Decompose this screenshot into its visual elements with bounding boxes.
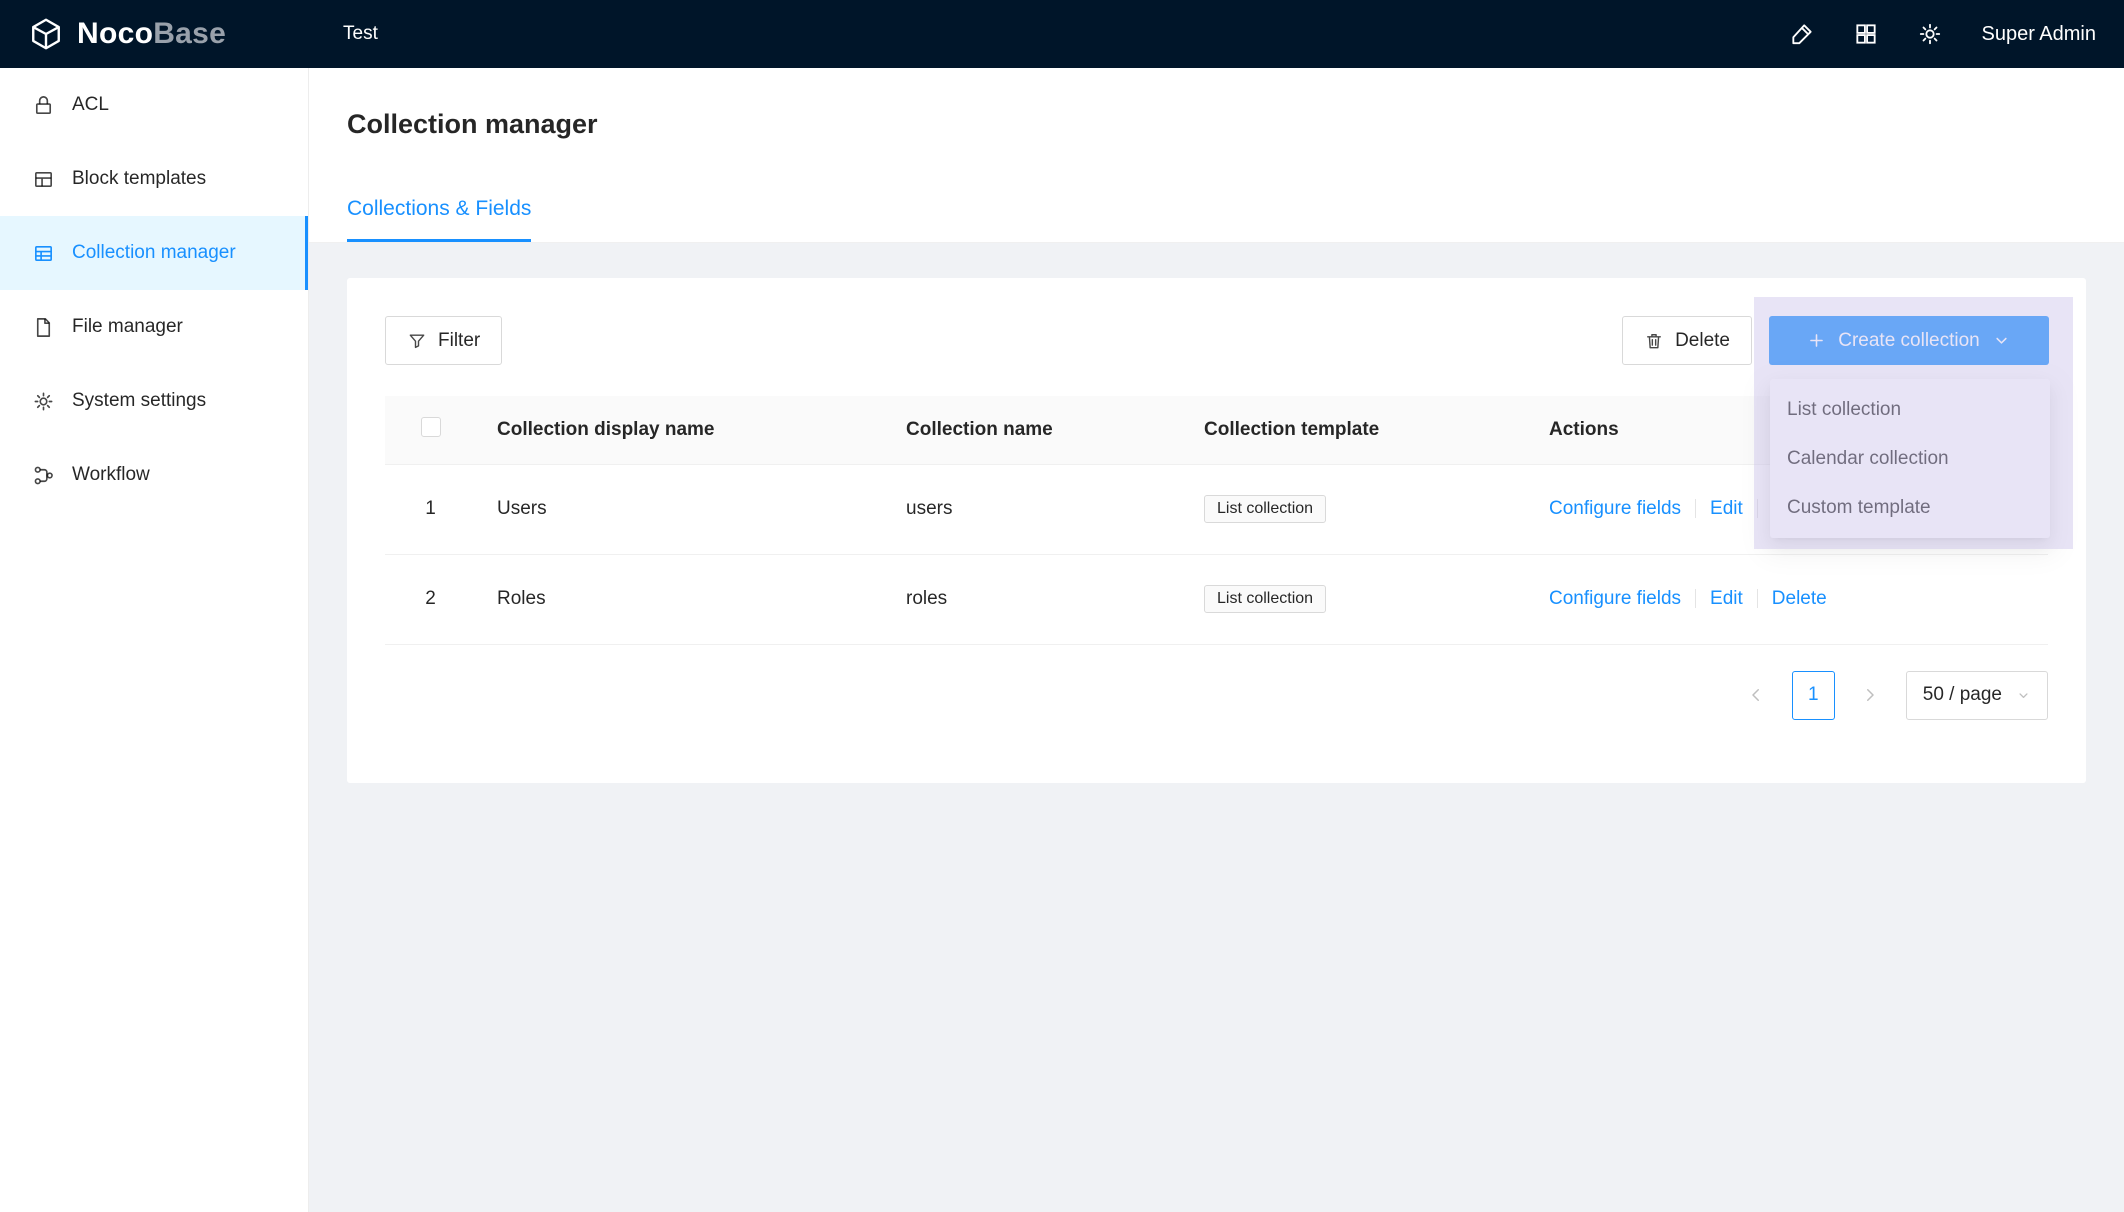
sidebar-item-file-manager[interactable]: File manager [0, 290, 308, 364]
pagination: 1 50 / page [385, 671, 2048, 720]
pagination-page-1[interactable]: 1 [1792, 671, 1835, 720]
configure-fields-link[interactable]: Configure fields [1549, 498, 1681, 519]
sidebar-item-workflow[interactable]: Workflow [0, 438, 308, 512]
dropdown-item-custom-template[interactable]: Custom template [1770, 483, 2050, 532]
nocobase-cube-icon [28, 16, 64, 52]
cell-collection-name: roles [885, 554, 1183, 644]
gear-icon [32, 390, 55, 413]
sidebar-item-label: Collection manager [72, 242, 236, 264]
configure-fields-link[interactable]: Configure fields [1549, 588, 1681, 609]
dropdown-item-calendar-collection[interactable]: Calendar collection [1770, 434, 2050, 483]
edit-link[interactable]: Edit [1710, 498, 1743, 519]
sidebar-item-system-settings[interactable]: System settings [0, 364, 308, 438]
trash-icon [1644, 331, 1664, 351]
column-header-display-name: Collection display name [476, 396, 885, 464]
filter-button[interactable]: Filter [385, 316, 502, 365]
lock-icon [32, 94, 55, 117]
plus-icon [1807, 331, 1826, 350]
edit-link[interactable]: Edit [1710, 588, 1743, 609]
delete-link[interactable]: Delete [1772, 588, 1827, 609]
block-templates-icon [32, 168, 55, 191]
cell-collection-name: users [885, 464, 1183, 554]
sidebar-item-label: ACL [72, 94, 109, 116]
sidebar-item-block-templates[interactable]: Block templates [0, 142, 308, 216]
sidebar-item-label: Workflow [72, 464, 150, 486]
cell-actions: Configure fields Edit Delete [1528, 554, 2048, 644]
column-header-collection-template: Collection template [1183, 396, 1528, 464]
select-all-checkbox[interactable] [421, 417, 441, 437]
page-size-select[interactable]: 50 / page [1906, 671, 2048, 720]
action-divider [1695, 499, 1696, 518]
template-tag: List collection [1204, 585, 1326, 613]
collection-table-icon [32, 242, 55, 265]
nav-menu-item-test[interactable]: Test [309, 0, 412, 68]
tab-collections-and-fields[interactable]: Collections & Fields [347, 196, 531, 242]
action-divider [1757, 499, 1758, 518]
sidebar-item-label: System settings [72, 390, 206, 412]
navbar-right-actions: Super Admin [1789, 21, 2124, 47]
sidebar-item-label: Block templates [72, 168, 206, 190]
chevron-down-icon [1992, 331, 2011, 350]
row-index: 2 [385, 554, 476, 644]
chevron-right-icon [1861, 686, 1879, 704]
main-content: Collection manager Collections & Fields … [309, 68, 2124, 1212]
workflow-icon [32, 464, 55, 487]
sidebar-item-acl[interactable]: ACL [0, 68, 308, 142]
pagination-next-button[interactable] [1849, 671, 1892, 720]
column-header-collection-name: Collection name [885, 396, 1183, 464]
cell-display-name: Users [476, 464, 885, 554]
pagination-prev-button[interactable] [1735, 671, 1778, 720]
sidebar-item-collection-manager[interactable]: Collection manager [0, 216, 308, 290]
chevron-left-icon [1747, 686, 1765, 704]
brand-logo[interactable]: NocoBase [0, 16, 309, 52]
plugins-grid-icon[interactable] [1853, 21, 1879, 47]
brand-name: NocoBase [77, 17, 226, 51]
dropdown-item-list-collection[interactable]: List collection [1770, 385, 2050, 434]
file-icon [32, 316, 55, 339]
action-divider [1695, 589, 1696, 608]
collections-card: Filter Delete Cre [347, 278, 2086, 783]
sidebar-item-label: File manager [72, 316, 183, 338]
top-navbar: NocoBase Test Super Admin [0, 0, 2124, 68]
action-divider [1757, 589, 1758, 608]
delete-button[interactable]: Delete [1622, 316, 1752, 365]
current-user-menu[interactable]: Super Admin [1981, 23, 2096, 46]
filter-funnel-icon [407, 331, 427, 351]
page-title: Collection manager [347, 108, 2086, 140]
page-header: Collection manager Collections & Fields [309, 68, 2124, 243]
create-collection-dropdown: List collection Calendar collection Cust… [1770, 379, 2050, 538]
chevron-down-icon [2016, 688, 2031, 703]
settings-sidebar: ACL Block templates Collection manager [0, 68, 309, 1212]
ui-editor-pen-icon[interactable] [1789, 21, 1815, 47]
table-row: 2 Roles roles List collection Configure … [385, 554, 2048, 644]
create-collection-button[interactable]: Create collection [1769, 316, 2049, 365]
cell-display-name: Roles [476, 554, 885, 644]
settings-gear-icon[interactable] [1917, 21, 1943, 47]
template-tag: List collection [1204, 495, 1326, 523]
row-index: 1 [385, 464, 476, 554]
